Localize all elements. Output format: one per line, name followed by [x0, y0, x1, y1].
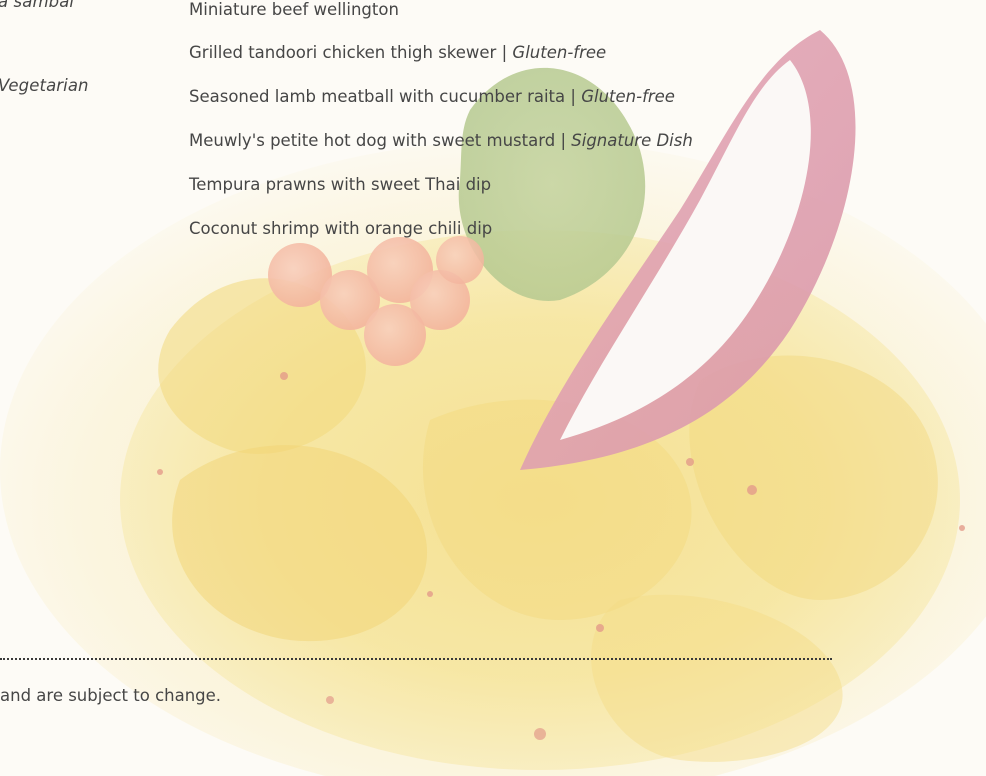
menu-item-separator: | [496, 43, 513, 62]
menu-item-note: Signature Dish [571, 131, 693, 150]
menu-item-separator: | [565, 87, 582, 106]
menu-item-note: Gluten-free [581, 87, 675, 106]
menu-item-name: Tempura prawns with sweet Thai dip [189, 175, 492, 194]
menu-item-separator: | [555, 131, 572, 150]
menu-item-name: Seasoned lamb meatball with cucumber rai… [189, 87, 566, 106]
menu-item: Seasoned lamb meatball with cucumber rai… [189, 87, 675, 107]
menu-item-name: Grilled tandoori chicken thigh skewer [189, 43, 497, 62]
menu-item-name: Coconut shrimp with orange chili dip [189, 219, 493, 238]
dotted-divider [0, 658, 832, 660]
menu-item-name: Miniature beef wellington [189, 0, 399, 19]
footnote-text: and are subject to change. [0, 686, 222, 705]
menu-page: a sambal Vegetarian Miniature beef welli… [0, 0, 986, 776]
menu-item: Tempura prawns with sweet Thai dip [189, 175, 491, 195]
menu-item: Grilled tandoori chicken thigh skewer | … [189, 43, 606, 63]
left-column-text-1: a sambal [0, 0, 75, 11]
menu-item: Miniature beef wellington [189, 0, 399, 20]
menu-item: Coconut shrimp with orange chili dip [189, 219, 492, 239]
menu-item: Meuwly's petite hot dog with sweet musta… [189, 131, 693, 151]
menu-item-note: Gluten-free [512, 43, 607, 62]
left-column-text-2: Vegetarian [0, 76, 89, 95]
menu-item-name: Meuwly's petite hot dog with sweet musta… [189, 131, 556, 150]
